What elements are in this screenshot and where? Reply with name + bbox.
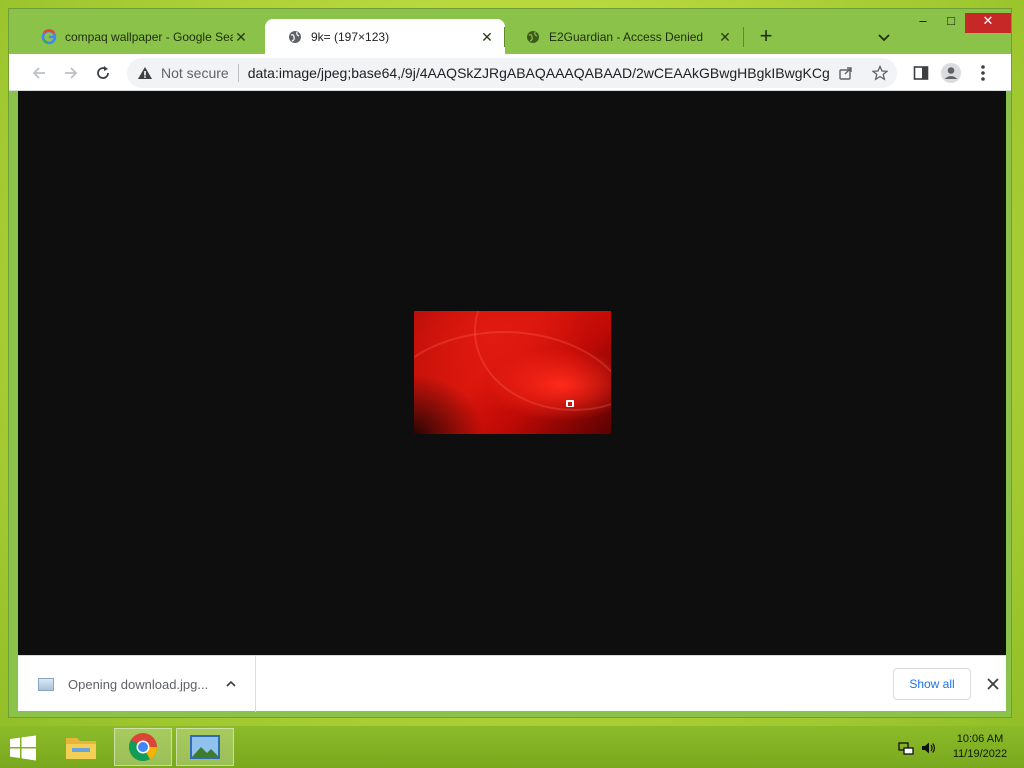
close-tab-icon[interactable]: ✕ xyxy=(233,29,249,45)
image-shadow xyxy=(414,374,484,434)
download-bar: Opening download.jpg... Show all xyxy=(18,655,1006,712)
network-icon[interactable] xyxy=(898,740,914,756)
close-icon[interactable] xyxy=(984,675,1002,693)
close-window-button[interactable]: ✕ xyxy=(965,13,1011,33)
tab-title: compaq wallpaper - Google Sea xyxy=(65,29,233,44)
close-tab-icon[interactable]: ✕ xyxy=(479,29,495,45)
windows-start-icon[interactable] xyxy=(6,734,40,762)
reload-icon[interactable] xyxy=(91,61,115,85)
google-g-icon xyxy=(41,28,57,45)
globe-icon xyxy=(525,29,541,45)
displayed-image[interactable] xyxy=(414,311,611,434)
taskbar: 10:06 AM 11/19/2022 xyxy=(0,726,1024,768)
download-filename: Opening download.jpg... xyxy=(68,676,209,692)
side-panel-icon[interactable] xyxy=(909,61,933,85)
folder-icon xyxy=(66,738,96,759)
close-tab-icon[interactable]: ✕ xyxy=(717,29,733,45)
clock-time: 10:06 AM xyxy=(956,733,1004,745)
chevron-up-icon[interactable] xyxy=(221,674,241,694)
photo-viewer-taskbar-button[interactable] xyxy=(176,728,234,766)
forward-arrow-icon[interactable] xyxy=(59,61,83,85)
system-clock[interactable]: 10:06 AM 11/19/2022 xyxy=(940,732,1020,762)
speaker-volume-icon[interactable] xyxy=(920,740,936,756)
page-viewport xyxy=(18,91,1006,655)
tab-e2guardian[interactable]: E2Guardian - Access Denied ✕ xyxy=(503,19,743,54)
minimize-button[interactable]: – xyxy=(909,13,937,33)
globe-icon xyxy=(287,29,303,45)
star-bookmark-icon[interactable] xyxy=(869,62,891,84)
share-icon[interactable] xyxy=(835,62,857,84)
download-item[interactable]: Opening download.jpg... xyxy=(18,656,256,712)
compaq-logo-icon xyxy=(566,400,574,407)
tab-google-search[interactable]: compaq wallpaper - Google Sea ✕ xyxy=(19,19,259,54)
tab-title: 9k= (197×123) xyxy=(311,29,390,44)
show-all-button[interactable]: Show all xyxy=(893,668,971,700)
picture-icon xyxy=(190,735,220,759)
address-bar[interactable]: Not secure data:image/jpeg;base64,/9j/4A… xyxy=(127,58,897,88)
tab-image-view[interactable]: 9k= (197×123) ✕ xyxy=(265,19,505,54)
tab-divider xyxy=(743,27,744,47)
tab-strip: compaq wallpaper - Google Sea ✕ 9k= (197… xyxy=(9,9,1011,54)
warning-triangle-icon[interactable] xyxy=(137,65,153,81)
image-file-icon xyxy=(38,677,54,691)
maximize-button[interactable]: □ xyxy=(937,13,965,33)
url-text[interactable]: data:image/jpeg;base64,/9j/4AAQSkZJRgABA… xyxy=(248,65,829,81)
chrome-icon xyxy=(129,733,157,761)
new-tab-button[interactable]: + xyxy=(755,25,777,48)
file-explorer-taskbar-button[interactable] xyxy=(52,728,110,766)
menu-kebab-icon[interactable] xyxy=(971,61,995,85)
tab-title: E2Guardian - Access Denied xyxy=(549,29,704,44)
security-label[interactable]: Not secure xyxy=(161,65,229,81)
browser-window: compaq wallpaper - Google Sea ✕ 9k= (197… xyxy=(8,8,1012,718)
clock-date: 11/19/2022 xyxy=(952,748,1008,760)
chrome-taskbar-button[interactable] xyxy=(114,728,172,766)
back-arrow-icon[interactable] xyxy=(27,61,51,85)
chevron-down-icon[interactable] xyxy=(875,28,893,46)
omnibox-divider xyxy=(237,64,239,82)
browser-toolbar: Not secure data:image/jpeg;base64,/9j/4A… xyxy=(9,54,1011,91)
profile-avatar-icon[interactable] xyxy=(939,61,963,85)
